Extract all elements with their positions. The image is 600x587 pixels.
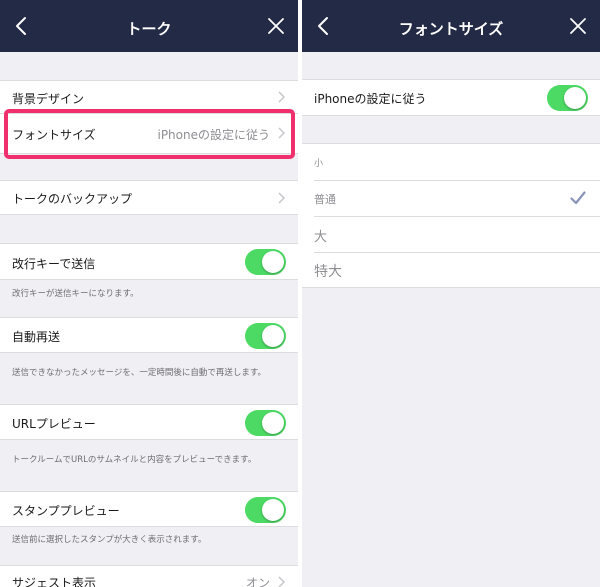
suggest-display-label: サジェスト表示 — [12, 576, 97, 587]
option-label: 普通 — [314, 193, 336, 206]
talk-settings-screen: トーク 背景デザイン フォントサイズ iPhoneの設定に従う トークのバックア… — [0, 0, 298, 587]
font-size-screen: フォントサイズ iPhoneの設定に従う 小 普通 大 特大 — [302, 0, 600, 587]
follow-iphone-row: iPhoneの設定に従う — [302, 79, 600, 116]
auto-resend-description: 送信できなかったメッセージを、一定時間後に自動で再送します。 — [12, 368, 266, 378]
talk-backup-row[interactable]: トークのバックアップ — [0, 180, 298, 215]
enter-key-send-row: 改行キーで送信 — [0, 243, 298, 280]
stamp-preview-description: 送信前に選択したスタンプが大きく表示されます。 — [12, 535, 207, 545]
toggle-knob — [262, 251, 284, 273]
font-size-option[interactable]: 普通 — [302, 181, 600, 216]
background-design-label: 背景デザイン — [12, 92, 85, 106]
url-preview-label: URLプレビュー — [12, 417, 96, 431]
auto-resend-toggle[interactable] — [245, 323, 286, 349]
enter-key-send-toggle[interactable] — [245, 249, 286, 275]
font-size-options-list: 小 普通 大 特大 — [302, 143, 600, 288]
toggle-knob — [262, 325, 284, 347]
close-icon[interactable] — [568, 16, 588, 36]
checkmark-icon — [570, 191, 586, 205]
chevron-left-icon[interactable] — [314, 16, 334, 36]
toggle-knob — [262, 499, 284, 521]
auto-resend-label: 自動再送 — [12, 330, 61, 344]
enter-key-send-description: 改行キーが送信キーになります。 — [12, 289, 139, 299]
talk-backup-label: トークのバックアップ — [12, 192, 133, 206]
highlight-box — [4, 109, 295, 159]
page-title: トーク — [126, 20, 172, 38]
font-size-option[interactable]: 小 — [302, 144, 600, 180]
stamp-preview-label: スタンププレビュー — [12, 504, 120, 518]
url-preview-toggle[interactable] — [245, 410, 286, 436]
option-label: 大 — [314, 230, 328, 245]
navigation-bar: トーク — [0, 0, 298, 52]
font-size-option[interactable]: 特大 — [302, 253, 600, 288]
page-title: フォントサイズ — [398, 20, 504, 38]
auto-resend-row: 自動再送 — [0, 317, 298, 353]
toggle-knob — [564, 87, 586, 109]
font-size-option[interactable]: 大 — [302, 217, 600, 252]
chevron-right-icon — [278, 91, 286, 103]
stamp-preview-toggle[interactable] — [245, 497, 286, 523]
enter-key-send-label: 改行キーで送信 — [12, 257, 96, 271]
suggest-display-row[interactable]: サジェスト表示 オン — [0, 565, 298, 587]
navigation-bar: フォントサイズ — [302, 0, 600, 52]
url-preview-description: トークルームでURLのサムネイルと内容をプレビューできます。 — [12, 455, 257, 465]
follow-iphone-label: iPhoneの設定に従う — [314, 92, 427, 106]
chevron-left-icon[interactable] — [12, 16, 32, 36]
suggest-display-value: オン — [245, 576, 270, 587]
close-icon[interactable] — [266, 16, 286, 36]
chevron-right-icon — [278, 576, 286, 587]
toggle-knob — [262, 412, 284, 434]
option-label: 特大 — [314, 264, 342, 280]
url-preview-row: URLプレビュー — [0, 404, 298, 440]
chevron-right-icon — [278, 192, 286, 204]
follow-iphone-toggle[interactable] — [547, 85, 588, 111]
option-label: 小 — [314, 159, 324, 169]
stamp-preview-row: スタンププレビュー — [0, 491, 298, 527]
